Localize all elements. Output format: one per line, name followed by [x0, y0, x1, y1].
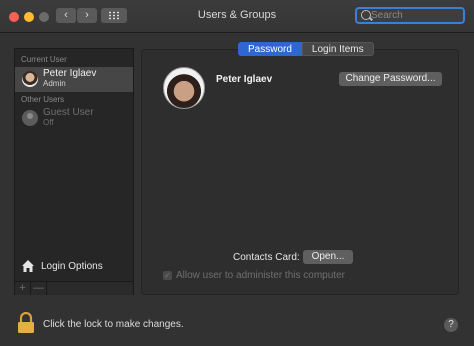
login-options-item[interactable]: Login Options [15, 257, 133, 277]
sidebar-item-current-user[interactable]: Peter Iglaev Admin [15, 67, 133, 92]
user-picture[interactable] [163, 67, 205, 109]
user-name: Guest User [43, 107, 94, 118]
users-sidebar: Current User Peter Iglaev Admin Other Us… [14, 48, 134, 295]
user-status: Off [43, 118, 54, 127]
users-groups-window: ‹ › Users & Groups Current User Peter Ig… [0, 0, 474, 346]
sidebar-item-guest-user[interactable]: Guest User Off [15, 106, 133, 131]
user-full-name: Peter Iglaev [216, 74, 273, 85]
login-options-label: Login Options [41, 261, 103, 272]
remove-user-button[interactable]: — [31, 282, 47, 295]
allow-admin-checkbox[interactable]: ✓ [163, 271, 172, 280]
help-icon[interactable]: ? [444, 318, 458, 332]
house-icon [22, 260, 34, 272]
user-name: Peter Iglaev [43, 68, 97, 79]
tab-password[interactable]: Password [238, 42, 302, 56]
open-contacts-button[interactable]: Open... [303, 250, 353, 264]
lock-message: Click the lock to make changes. [43, 319, 184, 330]
search-field[interactable] [355, 7, 465, 24]
other-users-header: Other Users [21, 95, 65, 104]
add-user-button[interactable]: + [15, 282, 31, 295]
sidebar-actions: + — [15, 281, 133, 295]
search-icon [361, 10, 371, 20]
search-input[interactable] [371, 9, 461, 22]
current-user-header: Current User [21, 55, 67, 64]
contacts-card-label: Contacts Card: [233, 252, 300, 263]
tab-bar: Password Login Items [238, 42, 374, 56]
avatar [22, 71, 38, 87]
change-password-button[interactable]: Change Password... [339, 72, 442, 86]
allow-admin-label: Allow user to administer this computer [176, 270, 345, 281]
lock-icon[interactable] [17, 312, 35, 334]
user-role: Admin [43, 79, 66, 88]
title-bar: ‹ › Users & Groups [0, 0, 474, 33]
tab-login-items[interactable]: Login Items [301, 42, 374, 56]
guest-avatar-icon [22, 110, 38, 126]
